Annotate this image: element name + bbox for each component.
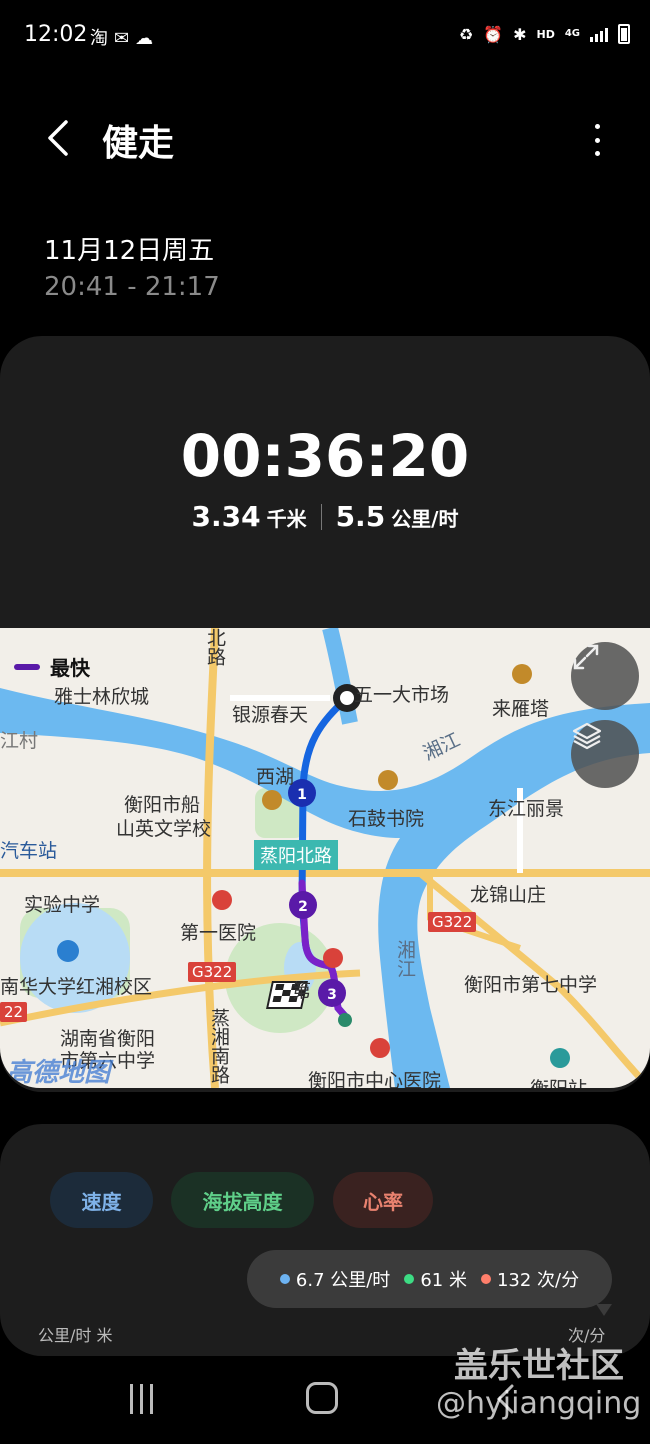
expand-map-button[interactable] (571, 642, 639, 710)
distance-unit: 千米 (266, 507, 307, 531)
km-marker-3: 3 (318, 979, 346, 1007)
tooltip-altitude: 61 米 (404, 1266, 467, 1292)
tooltip-speed-value: 6.7 公里/时 (295, 1270, 391, 1291)
map-label: 东江丽景 (488, 798, 565, 820)
road-sign: 蒸阳北路 (254, 840, 338, 870)
speed-unit: 公里/时 (391, 507, 459, 531)
distance-value: 3.34 (191, 500, 261, 533)
highway-badge: G322 (428, 912, 477, 932)
map-label: 衡阳站 (530, 1074, 587, 1088)
map-label: 第一医院 (180, 922, 257, 944)
altitude-chip[interactable]: 海拔高度 (171, 1172, 314, 1228)
cloud-icon: ☁ (135, 28, 160, 49)
heart-dot (480, 1274, 491, 1284)
back-button[interactable] (30, 110, 86, 166)
heart-rate-chip[interactable]: 心率 (333, 1172, 433, 1228)
landmark-icon (512, 664, 532, 684)
speed-dot (279, 1274, 290, 1284)
bluetooth-icon: ✱ (513, 24, 527, 44)
map-legend: 最快 (14, 652, 90, 681)
map-label: 湘江 (394, 940, 416, 978)
page-title: 健走 (102, 123, 175, 164)
map-label: 衡阳市第七中学 (464, 974, 598, 996)
landmark-icon (262, 790, 282, 810)
map-layers-button[interactable] (571, 720, 639, 788)
hospital-icon (212, 890, 232, 910)
system-icons: ♻ ⏰ ✱ HD 4G (459, 24, 630, 44)
map-label: 汽车站 (0, 840, 58, 862)
legend-label: 最快 (50, 656, 90, 680)
hospital-icon (370, 1038, 390, 1058)
map-label: 衡阳市中心医院 (308, 1070, 442, 1088)
chart-tooltip: 6.7 公里/时 61 米 132 次/分 (247, 1250, 612, 1308)
tooltip-heart-rate-value: 132 次/分 (496, 1270, 580, 1291)
map-label: 第 (292, 980, 312, 1002)
session-date: 11月12日周五 (44, 236, 215, 266)
map-label: 实验中学 (24, 894, 101, 916)
speed-chip[interactable]: 速度 (50, 1172, 153, 1228)
map-label: 蒸湘南路 (208, 1008, 230, 1084)
hospital-icon (323, 948, 343, 968)
hd-icon: HD (536, 27, 555, 41)
map-label: 龙锦山庄 (470, 884, 547, 906)
km-marker-2: 2 (289, 891, 317, 919)
map-label: 江村 (0, 730, 39, 752)
battery-saver-icon: ♻ (458, 24, 474, 44)
speed-value: 5.5 (335, 500, 386, 533)
notification-icons: 淘✉☁ (90, 24, 159, 50)
duration-value: 00:36:20 (180, 422, 470, 490)
svg-text:2: 2 (298, 899, 308, 915)
tooltip-heart-rate: 132 次/分 (480, 1266, 580, 1292)
map-label: 雅士林欣城 (54, 686, 150, 708)
battery-icon (618, 24, 630, 44)
taobao-icon: 淘 (90, 28, 114, 49)
landmark-icon (378, 770, 398, 790)
recent-apps-button[interactable] (126, 1384, 156, 1414)
map-label: 来雁塔 (492, 698, 550, 720)
app-header: 健走 (0, 96, 650, 186)
signal-icon (590, 26, 608, 42)
status-time: 12:02 (24, 22, 88, 47)
4g-icon: 4G (564, 28, 580, 39)
highway-badge: 22 (0, 1002, 28, 1022)
map-label: 北路 (204, 628, 226, 666)
watermark-site: 盖乐世社区 (454, 1346, 624, 1386)
expand-icon (573, 644, 599, 670)
session-time-range: 20:41 - 21:17 (44, 272, 220, 302)
map-label: 南华大学红湘校区 (0, 976, 153, 998)
home-button[interactable] (306, 1382, 338, 1414)
route-map[interactable]: 1 2 3 最快 北路 雅士林欣城 银源春天 五一大市场 来雁塔 湘江 西湖 衡… (0, 628, 650, 1088)
left-axis-units: 公里/时 米 (38, 1326, 113, 1345)
layers-icon (572, 722, 602, 750)
svg-text:1: 1 (297, 787, 307, 803)
svg-text:3: 3 (327, 987, 337, 1003)
altitude-dot (404, 1274, 415, 1284)
divider (320, 503, 322, 530)
map-label: 衡阳市船 (124, 794, 201, 816)
map-label: 山英文学校 (116, 818, 212, 840)
more-options-button[interactable] (582, 118, 612, 162)
school-icon (57, 940, 79, 962)
map-label: 五一大市场 (354, 684, 450, 706)
tooltip-altitude-value: 61 米 (420, 1270, 467, 1291)
tooltip-pointer (596, 1304, 612, 1316)
map-label: 西湖 (256, 766, 295, 788)
amap-logo: 高德地图 (6, 1058, 111, 1088)
metrics-chart-card: 速度 海拔高度 心率 6.7 公里/时 61 米 132 次/分 公里/时 米 … (0, 1124, 650, 1356)
map-label: 银源春天 (232, 704, 309, 726)
station-icon (550, 1048, 570, 1068)
more-vert-icon (594, 124, 600, 129)
distance-speed-row: 3.34 千米 5.5 公里/时 (0, 500, 650, 533)
chevron-left-icon (48, 120, 68, 156)
legend-swatch (14, 663, 40, 670)
alarm-icon: ⏰ (483, 24, 504, 44)
watermark-handle: @hyjiangqing (436, 1386, 642, 1421)
status-bar: 12:02 淘✉☁ ♻ ⏰ ✱ HD 4G (0, 0, 650, 76)
tooltip-speed: 6.7 公里/时 (279, 1266, 391, 1292)
highway-badge: G322 (188, 962, 237, 982)
wechat-icon: ✉ (114, 28, 136, 49)
map-label: 石鼓书院 (348, 808, 425, 830)
